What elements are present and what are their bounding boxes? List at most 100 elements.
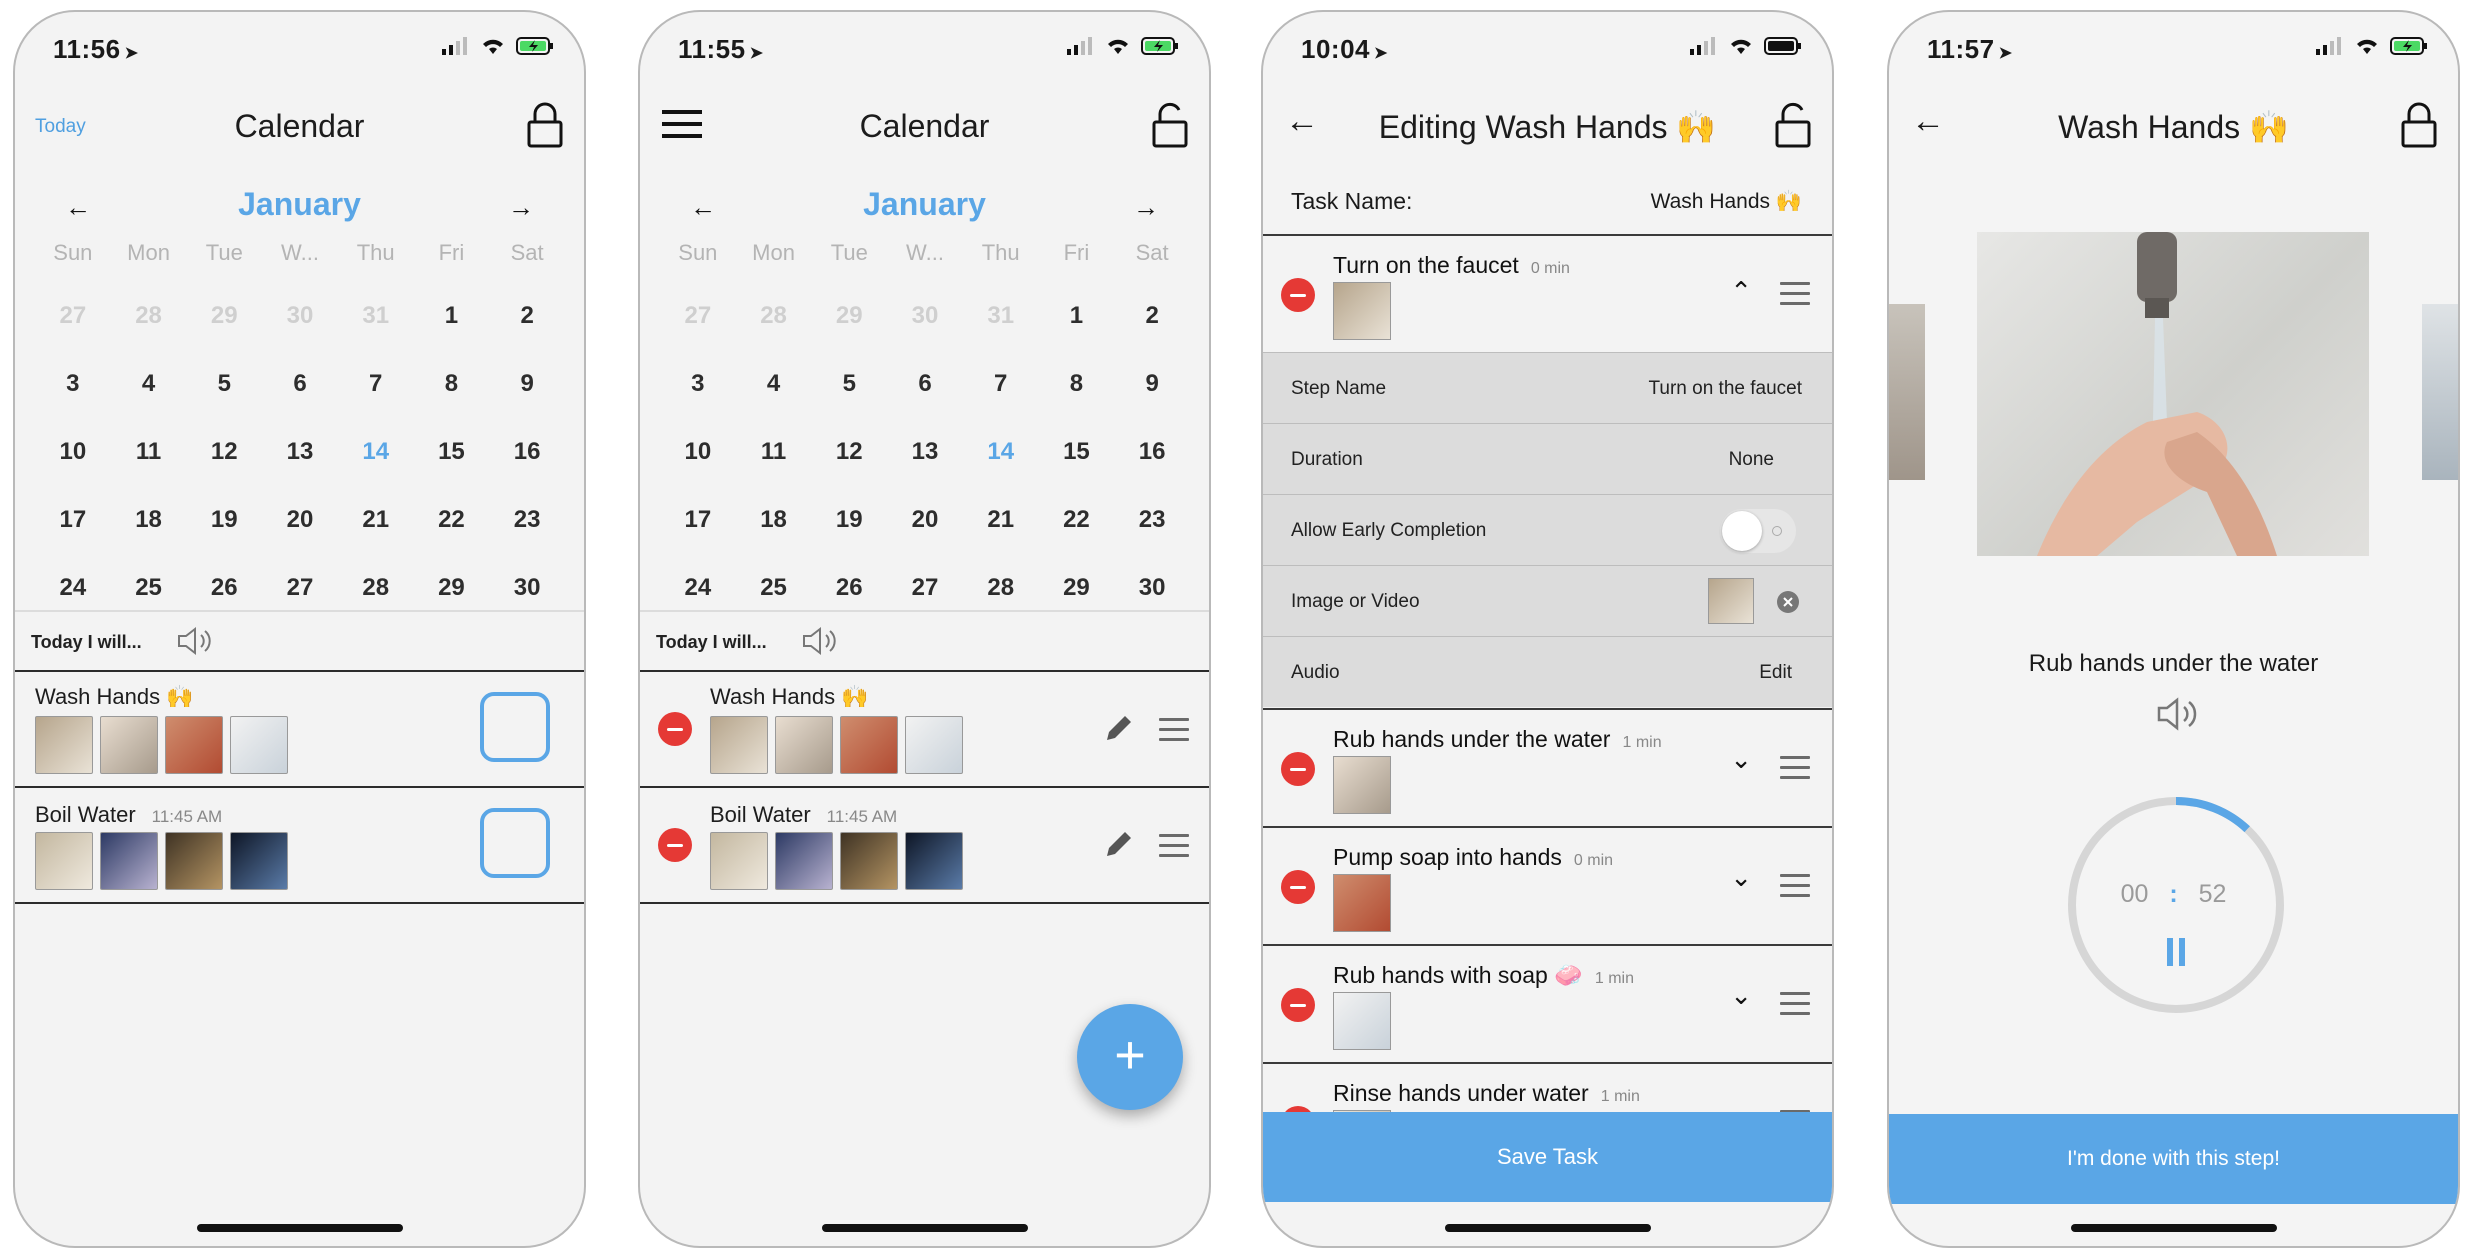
calendar-day[interactable]: 25 xyxy=(111,552,187,610)
calendar-day[interactable]: 31 xyxy=(963,280,1039,348)
calendar-day[interactable]: 11 xyxy=(111,416,187,484)
drag-handle-icon[interactable] xyxy=(1159,718,1189,748)
chevron-up-icon[interactable]: ⌃ xyxy=(1730,276,1752,307)
lock-icon[interactable] xyxy=(2400,100,2438,150)
calendar-day[interactable]: 31 xyxy=(338,280,414,348)
task-row[interactable]: Wash Hands 🙌 xyxy=(640,670,1209,786)
calendar-day[interactable]: 15 xyxy=(414,416,490,484)
calendar-day[interactable]: 14 xyxy=(338,416,414,484)
calendar-day[interactable]: 16 xyxy=(1114,416,1190,484)
calendar-day[interactable]: 25 xyxy=(736,552,812,610)
calendar-day[interactable]: 28 xyxy=(111,280,187,348)
drag-handle-icon[interactable] xyxy=(1780,282,1810,312)
task-name-field[interactable]: Task Name: Wash Hands 🙌 xyxy=(1263,162,1832,234)
delete-step-button[interactable] xyxy=(1281,988,1315,1022)
calendar-day[interactable]: 9 xyxy=(489,348,565,416)
speaker-icon[interactable] xyxy=(2155,696,2201,732)
calendar-day[interactable]: 30 xyxy=(262,280,338,348)
calendar-day[interactable]: 29 xyxy=(414,552,490,610)
calendar-day[interactable]: 26 xyxy=(811,552,887,610)
calendar-day[interactable]: 28 xyxy=(736,280,812,348)
calendar-day[interactable]: 17 xyxy=(35,484,111,552)
calendar-day[interactable]: 23 xyxy=(1114,484,1190,552)
calendar-day[interactable]: 11 xyxy=(736,416,812,484)
save-task-button[interactable]: Save Task xyxy=(1263,1112,1832,1202)
calendar-day[interactable]: 4 xyxy=(736,348,812,416)
done-step-button[interactable]: I'm done with this step! xyxy=(1889,1114,2458,1204)
calendar-day[interactable]: 4 xyxy=(111,348,187,416)
pause-icon[interactable] xyxy=(2165,936,2187,968)
duration-row[interactable]: Duration None xyxy=(1263,423,1832,494)
task-row[interactable]: Boil Water 11:45 AM xyxy=(15,786,584,902)
calendar-day[interactable]: 10 xyxy=(660,416,736,484)
calendar-day[interactable]: 24 xyxy=(660,552,736,610)
calendar-day[interactable]: 16 xyxy=(489,416,565,484)
calendar-day[interactable]: 29 xyxy=(186,280,262,348)
step-name-row[interactable]: Step Name Turn on the faucet xyxy=(1263,352,1832,423)
previous-step-image[interactable] xyxy=(1889,304,1925,480)
audio-edit-button[interactable]: Edit xyxy=(1759,662,1792,684)
calendar-day[interactable]: 23 xyxy=(489,484,565,552)
task-checkbox[interactable] xyxy=(480,808,550,878)
add-task-button[interactable]: + xyxy=(1077,1004,1183,1110)
unlocked-lock-icon[interactable] xyxy=(1774,100,1812,150)
calendar-day[interactable]: 22 xyxy=(1039,484,1115,552)
delete-step-button[interactable] xyxy=(1281,752,1315,786)
drag-handle-icon[interactable] xyxy=(1159,834,1189,864)
calendar-day[interactable]: 2 xyxy=(489,280,565,348)
calendar-day[interactable]: 27 xyxy=(660,280,736,348)
remove-media-icon[interactable] xyxy=(1776,590,1800,614)
calendar-day[interactable]: 5 xyxy=(811,348,887,416)
calendar-day[interactable]: 6 xyxy=(262,348,338,416)
calendar-day[interactable]: 7 xyxy=(338,348,414,416)
step-row[interactable]: Rub hands under the water 1 min ⌄ xyxy=(1263,708,1832,826)
delete-step-button[interactable] xyxy=(1281,870,1315,904)
calendar-day[interactable]: 24 xyxy=(35,552,111,610)
calendar-day[interactable]: 1 xyxy=(414,280,490,348)
delete-task-button[interactable] xyxy=(658,828,692,862)
delete-step-button[interactable] xyxy=(1281,278,1315,312)
pencil-edit-icon[interactable] xyxy=(1103,828,1135,860)
calendar-day[interactable]: 29 xyxy=(1039,552,1115,610)
speaker-icon[interactable] xyxy=(175,626,215,656)
calendar-day[interactable]: 20 xyxy=(262,484,338,552)
calendar-day[interactable]: 6 xyxy=(887,348,963,416)
task-checkbox[interactable] xyxy=(480,692,550,762)
delete-task-button[interactable] xyxy=(658,712,692,746)
calendar-day[interactable]: 27 xyxy=(887,552,963,610)
calendar-day[interactable]: 5 xyxy=(186,348,262,416)
calendar-day[interactable]: 22 xyxy=(414,484,490,552)
calendar-day[interactable]: 28 xyxy=(963,552,1039,610)
calendar-day[interactable]: 28 xyxy=(338,552,414,610)
next-step-image[interactable] xyxy=(2422,304,2458,480)
early-completion-toggle[interactable] xyxy=(1720,509,1796,553)
calendar-day[interactable]: 19 xyxy=(186,484,262,552)
step-row[interactable]: Turn on the faucet 0 min ⌃ xyxy=(1263,234,1832,352)
calendar-day[interactable]: 19 xyxy=(811,484,887,552)
image-video-row[interactable]: Image or Video xyxy=(1263,565,1832,636)
calendar-day[interactable]: 26 xyxy=(186,552,262,610)
calendar-day[interactable]: 18 xyxy=(111,484,187,552)
calendar-day[interactable]: 12 xyxy=(186,416,262,484)
calendar-day[interactable]: 7 xyxy=(963,348,1039,416)
chevron-down-icon[interactable]: ⌄ xyxy=(1730,862,1752,893)
chevron-down-icon[interactable]: ⌄ xyxy=(1730,744,1752,775)
calendar-day[interactable]: 8 xyxy=(1039,348,1115,416)
step-row[interactable]: Rub hands with soap 🧼 1 min ⌄ xyxy=(1263,944,1832,1062)
calendar-day[interactable]: 17 xyxy=(660,484,736,552)
calendar-day[interactable]: 21 xyxy=(963,484,1039,552)
media-thumbnail[interactable] xyxy=(1708,578,1754,624)
calendar-day[interactable]: 15 xyxy=(1039,416,1115,484)
drag-handle-icon[interactable] xyxy=(1780,874,1810,904)
calendar-day[interactable]: 8 xyxy=(414,348,490,416)
detail-value[interactable]: Turn on the faucet xyxy=(1648,378,1802,400)
calendar-day[interactable]: 18 xyxy=(736,484,812,552)
calendar-day[interactable]: 10 xyxy=(35,416,111,484)
calendar-day[interactable]: 29 xyxy=(811,280,887,348)
calendar-day[interactable]: 3 xyxy=(35,348,111,416)
calendar-day[interactable]: 30 xyxy=(1114,552,1190,610)
calendar-day[interactable]: 27 xyxy=(262,552,338,610)
calendar-day[interactable]: 9 xyxy=(1114,348,1190,416)
calendar-day[interactable]: 14 xyxy=(963,416,1039,484)
calendar-day[interactable]: 1 xyxy=(1039,280,1115,348)
